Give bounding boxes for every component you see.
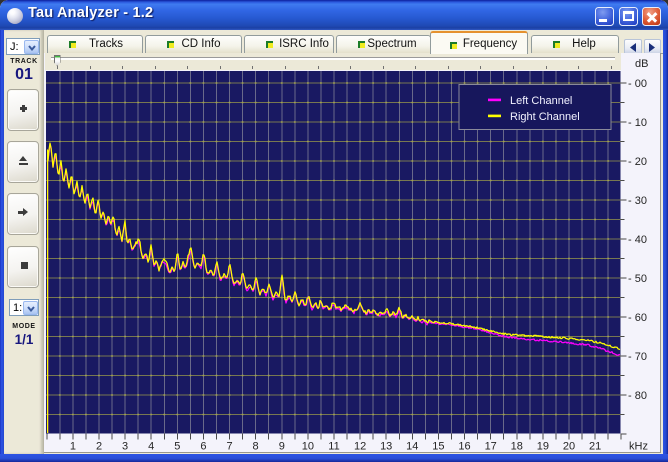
svg-text:20: 20 <box>563 441 575 453</box>
svg-text:12: 12 <box>354 441 366 453</box>
svg-text:17: 17 <box>485 441 497 453</box>
svg-text:13: 13 <box>380 441 392 453</box>
svg-text:8: 8 <box>253 441 259 453</box>
svg-text:- 40: - 40 <box>628 234 647 246</box>
svg-text:- 10: - 10 <box>628 117 647 129</box>
svg-text:- 50: - 50 <box>628 273 647 285</box>
svg-text:6: 6 <box>200 441 206 453</box>
svg-text:1: 1 <box>70 441 76 453</box>
svg-text:15: 15 <box>432 441 444 453</box>
svg-text:18: 18 <box>511 441 523 453</box>
svg-text:- 60: - 60 <box>628 312 647 324</box>
svg-text:14: 14 <box>406 441 418 453</box>
svg-text:11: 11 <box>328 441 339 453</box>
svg-text:Left Channel: Left Channel <box>510 95 572 107</box>
svg-text:3: 3 <box>122 441 128 453</box>
svg-text:7: 7 <box>226 441 232 453</box>
svg-text:9: 9 <box>279 441 285 453</box>
svg-text:- 70: - 70 <box>628 351 647 363</box>
svg-text:Right Channel: Right Channel <box>510 111 580 123</box>
svg-text:- 20: - 20 <box>628 156 647 168</box>
svg-text:4: 4 <box>148 441 154 453</box>
svg-text:10: 10 <box>302 441 314 453</box>
svg-text:5: 5 <box>174 441 180 453</box>
svg-text:- 00: - 00 <box>628 78 647 90</box>
svg-text:kHz: kHz <box>629 441 648 453</box>
svg-text:dB: dB <box>635 58 648 70</box>
svg-text:16: 16 <box>458 441 470 453</box>
svg-text:21: 21 <box>589 441 601 453</box>
svg-text:- 30: - 30 <box>628 195 647 207</box>
svg-text:- 80: - 80 <box>628 390 647 402</box>
svg-text:2: 2 <box>96 441 102 453</box>
svg-text:19: 19 <box>537 441 549 453</box>
